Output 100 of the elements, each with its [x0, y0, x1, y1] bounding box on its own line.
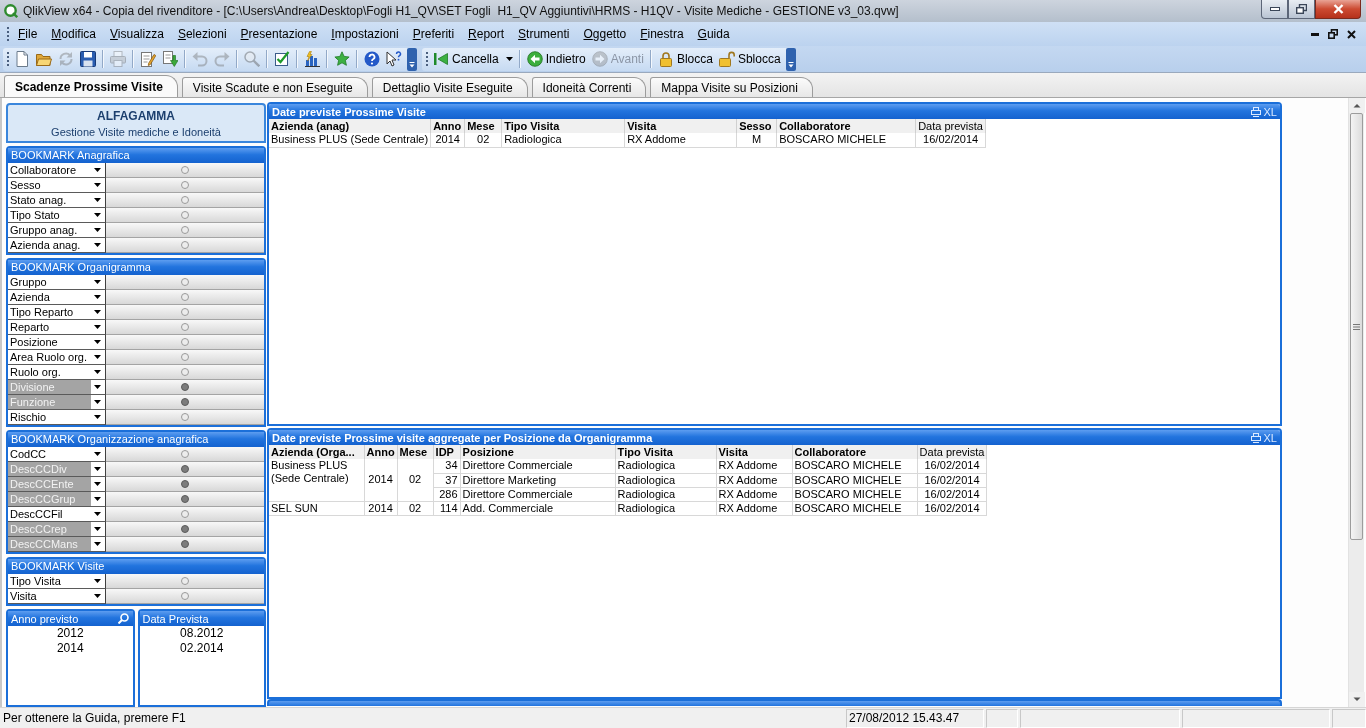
tab[interactable]: Idoneità Correnti	[531, 77, 647, 97]
menu-item[interactable]: Impostazioni	[324, 25, 406, 43]
bookmark-button[interactable]	[106, 208, 264, 223]
field-dropdown[interactable]: Tipo Visita	[8, 574, 106, 589]
lock-button[interactable]: Blocca	[654, 48, 716, 70]
field-dropdown[interactable]: Tipo Stato	[8, 208, 106, 223]
checkbox-tick-icon[interactable]	[274, 51, 290, 67]
field-dropdown[interactable]: Gruppo anag.	[8, 223, 106, 238]
field-dropdown[interactable]: Posizione	[8, 335, 106, 350]
scrollbar-track[interactable]	[1348, 98, 1364, 707]
bookmark-button[interactable]	[106, 522, 264, 537]
bookmark-button[interactable]	[106, 537, 264, 552]
menu-item[interactable]: Preferiti	[405, 25, 462, 43]
bookmark-button[interactable]	[106, 193, 264, 208]
document-arrow-icon[interactable]	[162, 51, 178, 67]
field-dropdown[interactable]: Stato anag.	[8, 193, 106, 208]
bookmark-button[interactable]	[106, 380, 264, 395]
bookmark-button[interactable]	[106, 223, 264, 238]
menu-item[interactable]: Presentazione	[233, 25, 325, 43]
close-icon[interactable]	[1347, 29, 1356, 39]
field-dropdown[interactable]: Azienda	[8, 290, 106, 305]
menu-item[interactable]: Finestra	[633, 25, 691, 43]
bookmark-button[interactable]	[106, 238, 264, 253]
clear-button[interactable]: Cancella	[430, 48, 516, 70]
menu-item[interactable]: File	[11, 25, 45, 43]
field-dropdown[interactable]: Sesso	[8, 178, 106, 193]
field-dropdown[interactable]: Area Ruolo org.	[8, 350, 106, 365]
caret-icon	[94, 497, 101, 501]
field-dropdown[interactable]: Visita	[8, 589, 106, 604]
export-button[interactable]: XL	[1263, 105, 1277, 118]
back-button[interactable]: Indietro	[523, 48, 589, 70]
bookmark-button[interactable]	[106, 163, 264, 178]
list-value[interactable]: 08.2012	[139, 626, 264, 641]
field-dropdown[interactable]: Azienda anag.	[8, 238, 106, 253]
table-cell: Radiologica	[615, 487, 717, 501]
tab[interactable]: Scadenze Prossime Visite	[4, 75, 178, 97]
table-cell: 02	[397, 501, 434, 515]
star-icon[interactable]	[334, 51, 350, 67]
unlock-button[interactable]: Sblocca	[715, 48, 784, 70]
bookmark-button[interactable]	[106, 178, 264, 193]
menu-item[interactable]: Selezioni	[170, 25, 234, 43]
menu-item[interactable]: Report	[461, 25, 512, 43]
menu-item[interactable]: Visualizza	[103, 25, 171, 43]
field-dropdown[interactable]: Collaboratore	[8, 163, 106, 178]
menu-item[interactable]: Modifica	[44, 25, 104, 43]
list-value[interactable]: 2014	[8, 641, 133, 656]
bookmark-button[interactable]	[106, 350, 264, 365]
restore-button[interactable]	[1288, 0, 1315, 19]
folder-icon[interactable]	[36, 51, 52, 67]
bookmark-button[interactable]	[106, 290, 264, 305]
minimize-button[interactable]	[1261, 0, 1288, 19]
menu-item[interactable]: Guida	[690, 25, 737, 43]
bookmark-button[interactable]	[106, 410, 264, 425]
bookmark-button[interactable]	[106, 365, 264, 380]
caret-icon	[94, 213, 101, 217]
bookmark-button[interactable]	[106, 305, 264, 320]
bookmark-button[interactable]	[106, 589, 264, 604]
field-dropdown[interactable]: Gruppo	[8, 275, 106, 290]
menu-item[interactable]: Oggetto	[576, 25, 634, 43]
minimize-icon[interactable]	[1311, 32, 1319, 36]
menu-item[interactable]: Strumenti	[511, 25, 577, 43]
bookmark-button[interactable]	[106, 507, 264, 522]
printer-icon[interactable]	[1250, 106, 1261, 117]
overflow-chevron-icon[interactable]	[785, 47, 796, 71]
bookmark-button[interactable]	[106, 335, 264, 350]
table-cell: M	[736, 133, 777, 147]
bookmark-button[interactable]	[106, 395, 264, 410]
help-icon[interactable]	[364, 51, 380, 67]
export-button[interactable]: XL	[1263, 431, 1277, 444]
field-dropdown[interactable]: Reparto	[8, 320, 106, 335]
scroll-thumb[interactable]	[1350, 113, 1363, 540]
tab[interactable]: Dettaglio Visite Eseguite	[371, 77, 528, 97]
bar-chart-icon[interactable]	[304, 51, 320, 67]
list-value[interactable]: 2012	[8, 626, 133, 641]
tab[interactable]: Mappa Visite su Posizioni	[650, 77, 813, 97]
search-icon[interactable]	[117, 613, 129, 624]
restore-icon[interactable]	[1328, 29, 1338, 39]
notepad-pencil-icon[interactable]	[140, 51, 156, 67]
list-value[interactable]: 02.2014	[139, 641, 264, 656]
bookmark-button[interactable]	[106, 492, 264, 507]
field-dropdown[interactable]: CodCC	[8, 447, 106, 462]
printer-icon[interactable]	[1250, 432, 1261, 443]
bookmark-button[interactable]	[106, 462, 264, 477]
close-button[interactable]	[1315, 0, 1361, 19]
table-cell: 16/02/2014	[915, 133, 986, 147]
field-dropdown[interactable]: Ruolo org.	[8, 365, 106, 380]
table-cell: Business PLUS (Sede Centrale)	[269, 133, 431, 147]
new-document-icon[interactable]	[14, 51, 30, 67]
overflow-chevron-icon[interactable]	[407, 47, 417, 71]
bookmark-button[interactable]	[106, 574, 264, 589]
bookmark-button[interactable]	[106, 320, 264, 335]
bookmark-button[interactable]	[106, 447, 264, 462]
bookmark-button[interactable]	[106, 477, 264, 492]
pointer-help-icon[interactable]	[386, 51, 402, 67]
tab[interactable]: Visite Scadute e non Eseguite	[181, 77, 368, 97]
bookmark-button[interactable]	[106, 275, 264, 290]
caret-icon	[94, 542, 101, 546]
field-dropdown[interactable]: Rischio	[8, 410, 106, 425]
field-dropdown[interactable]: DescCCFil	[8, 507, 106, 522]
field-dropdown[interactable]: Tipo Reparto	[8, 305, 106, 320]
